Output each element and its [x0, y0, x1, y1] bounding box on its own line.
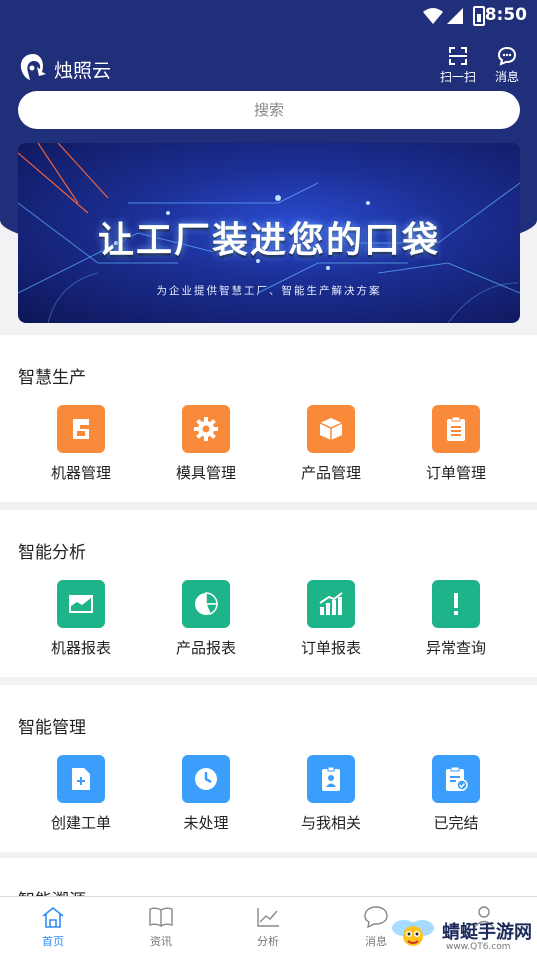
- new-document-icon: [57, 755, 105, 803]
- app-header: 烛照云 扫一扫 消息: [0, 44, 537, 90]
- section-smart-analysis: 智能分析 机器报表 产品报表 订单报表 异常查询: [0, 510, 537, 677]
- machine-icon: [57, 405, 105, 453]
- message-label: 消息: [494, 70, 519, 84]
- battery-icon: [473, 6, 485, 26]
- status-time: 8:50: [484, 5, 527, 25]
- nav-label: 分析: [257, 935, 279, 948]
- grid-item-label: 机器管理: [50, 464, 111, 482]
- area-chart-icon: [57, 580, 105, 628]
- logo-icon: [20, 54, 46, 80]
- grid-item-mold-management[interactable]: 模具管理: [143, 405, 269, 483]
- grid-item-order-report[interactable]: 订单报表: [268, 580, 394, 658]
- scan-icon: [449, 47, 467, 65]
- grid-item-label: 机器报表: [50, 639, 111, 657]
- signal-icon: [447, 8, 463, 24]
- status-bar: 8:50: [0, 0, 537, 32]
- clock-icon: [182, 755, 230, 803]
- grid-item-machine-report[interactable]: 机器报表: [18, 580, 144, 658]
- watermark-text: 蜻蜓手游网: [442, 922, 532, 943]
- watermark: 蜻蜓手游网 www.QT6.com: [390, 912, 537, 956]
- grid-item-unprocessed[interactable]: 未处理: [143, 755, 269, 833]
- wifi-icon: [423, 8, 443, 24]
- promo-banner[interactable]: 让工厂装进您的口袋 为企业提供智慧工厂、智能生产解决方案: [18, 143, 520, 323]
- search-placeholder: 搜索: [253, 101, 284, 119]
- grid-item-label: 模具管理: [175, 464, 236, 482]
- clipboard-icon: [432, 405, 480, 453]
- section-smart-management: 智能管理 创建工单 未处理 与我相关 已完结: [0, 685, 537, 852]
- line-chart-icon: [257, 908, 279, 927]
- nav-label: 资讯: [150, 935, 172, 948]
- grid-item-label: 未处理: [183, 814, 229, 832]
- grid-item-label: 已完结: [433, 814, 479, 832]
- nav-item-analysis[interactable]: 分析: [238, 905, 298, 949]
- grid-item-exception-query[interactable]: 异常查询: [393, 580, 519, 658]
- user-badge-icon: [307, 755, 355, 803]
- grid-item-label: 订单报表: [300, 639, 361, 657]
- banner-subtitle: 为企业提供智慧工厂、智能生产解决方案: [156, 285, 382, 297]
- grid-item-label: 创建工单: [50, 814, 111, 832]
- grid-item-order-management[interactable]: 订单管理: [393, 405, 519, 483]
- exclamation-icon: [432, 580, 480, 628]
- grid-item-related-to-me[interactable]: 与我相关: [268, 755, 394, 833]
- section-title: 智能管理: [18, 718, 86, 738]
- home-icon: [42, 906, 64, 928]
- grid-item-product-management[interactable]: 产品管理: [268, 405, 394, 483]
- grid-item-label: 与我相关: [300, 814, 361, 832]
- grid-item-label: 异常查询: [425, 639, 486, 657]
- grid-item-completed[interactable]: 已完结: [393, 755, 519, 833]
- search-input[interactable]: 搜索: [18, 91, 520, 129]
- completed-clipboard-icon: [432, 755, 480, 803]
- banner-title: 让工厂装进您的口袋: [97, 219, 440, 261]
- message-button[interactable]: 消息: [490, 46, 524, 85]
- box-icon: [307, 405, 355, 453]
- section-title: 智能分析: [18, 543, 86, 563]
- nav-item-home[interactable]: 首页: [23, 905, 83, 949]
- scan-button[interactable]: 扫一扫: [436, 46, 480, 85]
- grid-item-machine-management[interactable]: 机器管理: [18, 405, 144, 483]
- section-smart-traceability: 智能溯源: [0, 858, 537, 898]
- app-title: 烛照云: [54, 60, 112, 82]
- chat-icon: [364, 906, 388, 929]
- dragonfly-logo-icon: [392, 920, 434, 946]
- gear-icon: [182, 405, 230, 453]
- section-title: 智慧生产: [18, 368, 86, 388]
- nav-label: 首页: [42, 935, 64, 948]
- nav-item-news[interactable]: 资讯: [131, 905, 191, 949]
- watermark-url: www.QT6.com: [446, 942, 511, 952]
- grid-item-label: 产品管理: [300, 464, 361, 482]
- chat-bubble-icon: [497, 46, 517, 66]
- grid-item-label: 产品报表: [175, 639, 236, 657]
- pie-chart-icon: [182, 580, 230, 628]
- bar-chart-icon: [307, 580, 355, 628]
- book-icon: [149, 907, 173, 927]
- scan-label: 扫一扫: [439, 70, 476, 84]
- grid-item-label: 订单管理: [425, 464, 486, 482]
- grid-item-create-work-order[interactable]: 创建工单: [18, 755, 144, 833]
- grid-item-product-report[interactable]: 产品报表: [143, 580, 269, 658]
- nav-label: 消息: [365, 935, 387, 948]
- section-smart-production: 智慧生产 机器管理 模具管理 产品管理 订单管理: [0, 335, 537, 502]
